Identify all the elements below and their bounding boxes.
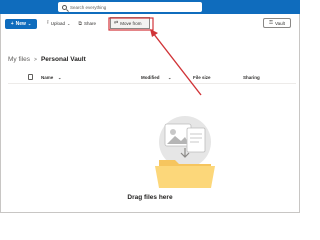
- sort-icon: ⌄: [58, 75, 62, 80]
- column-modified[interactable]: Modified: [141, 75, 160, 80]
- move-from-button[interactable]: ⇄ Move from: [110, 17, 150, 29]
- file-list-header: Name ⌄ Modified ⌄ File size Sharing: [8, 72, 296, 84]
- move-from-icon: ⇄: [114, 20, 119, 26]
- column-name[interactable]: Name: [41, 75, 53, 80]
- share-button[interactable]: ⧉ Share: [78, 21, 96, 27]
- column-file-size[interactable]: File size: [193, 75, 211, 80]
- column-sharing[interactable]: Sharing: [243, 75, 260, 80]
- new-label: New: [15, 20, 26, 27]
- empty-state-message: Drag files here: [127, 194, 173, 201]
- breadcrumb-separator: >: [34, 56, 37, 63]
- upload-label: Upload: [50, 21, 66, 26]
- search-box[interactable]: Search everything: [58, 2, 202, 12]
- new-button[interactable]: + New ⌄: [5, 18, 37, 29]
- file-icon: [28, 74, 33, 80]
- search-placeholder: Search everything: [70, 4, 107, 10]
- search-icon: [62, 4, 67, 10]
- folder-illustration: [155, 116, 215, 188]
- chevron-down-icon: ⌄: [27, 21, 32, 26]
- breadcrumb-current: Personal Vault: [40, 56, 86, 63]
- share-icon: ⧉: [78, 20, 82, 27]
- move-from-label: Move from: [120, 20, 142, 26]
- vault-icon: ⚿: [269, 20, 273, 26]
- breadcrumb: My files > Personal Vault: [8, 56, 86, 63]
- top-bar: Search everything: [0, 0, 300, 14]
- upload-icon: ⭱: [47, 19, 49, 26]
- sort-icon: ⌄: [168, 75, 172, 80]
- command-bar: + New ⌄ ⭱ Upload ⌄ ⧉ Share ⇄ Move from ⚿…: [5, 17, 295, 30]
- share-label: Share: [83, 21, 96, 26]
- breadcrumb-my-files[interactable]: My files: [8, 56, 30, 63]
- upload-button[interactable]: ⭱ Upload ⌄: [47, 20, 70, 28]
- vault-label: Vault: [274, 20, 285, 26]
- plus-icon: +: [10, 20, 14, 27]
- vault-button[interactable]: ⚿ Vault: [263, 18, 291, 28]
- chevron-down-icon: ⌄: [67, 21, 71, 26]
